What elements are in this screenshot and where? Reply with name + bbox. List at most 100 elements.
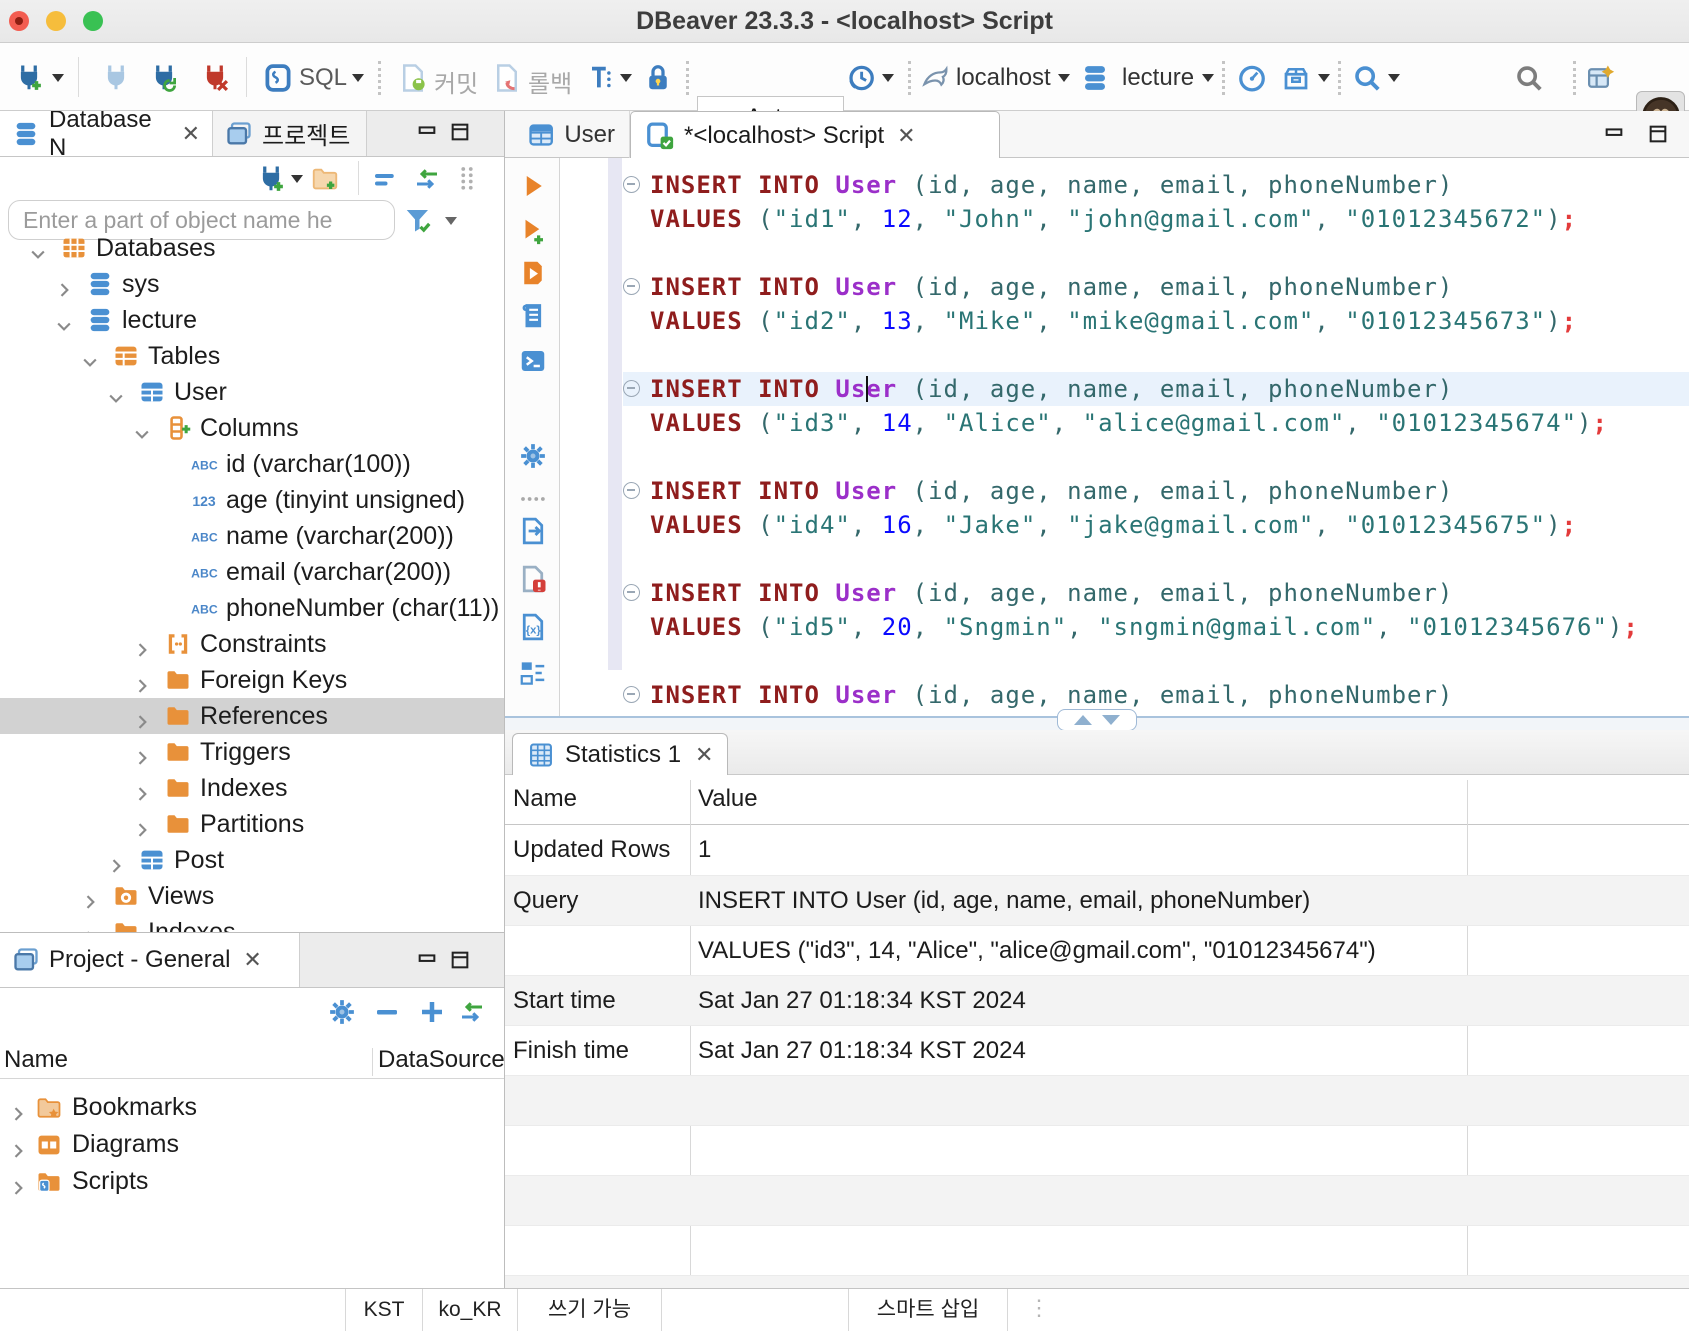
chevron-right-icon[interactable] xyxy=(106,850,126,873)
tree-item-columns[interactable]: Columns xyxy=(0,410,504,446)
chevron-down-icon[interactable] xyxy=(106,382,126,403)
stats-row[interactable] xyxy=(505,1175,1689,1225)
database-icon[interactable] xyxy=(1080,63,1110,93)
collapse-up-icon[interactable] xyxy=(1074,715,1092,725)
stats-row-finish-time[interactable]: Finish time Sat Jan 27 01:18:34 KST 2024 xyxy=(505,1025,1689,1075)
tab-user-table[interactable]: User xyxy=(513,111,630,158)
stats-row[interactable]: VALUES ("id3", 14, "Alice", "alice@gmail… xyxy=(505,925,1689,975)
rollback-icon[interactable] xyxy=(492,63,522,93)
column-divider[interactable] xyxy=(372,1048,373,1076)
minimize-view-icon[interactable] xyxy=(415,949,439,971)
close-icon[interactable]: ✕ xyxy=(897,123,915,149)
close-icon[interactable]: ✕ xyxy=(243,947,261,973)
transaction-log-icon[interactable] xyxy=(846,63,876,93)
stats-name-header[interactable]: Name xyxy=(513,785,577,813)
collapse-down-icon[interactable] xyxy=(1102,715,1120,725)
new-connection-dropdown[interactable] xyxy=(52,74,64,82)
collapse-icon[interactable] xyxy=(372,997,402,1027)
tree-item-views[interactable]: Views xyxy=(0,878,504,914)
close-icon[interactable]: ✕ xyxy=(695,742,713,768)
locale-status[interactable]: ko_KR xyxy=(422,1289,517,1331)
tree-item-phonenumber-char-11-[interactable]: ABC phoneNumber (char(11)) xyxy=(0,590,504,626)
tab-script[interactable]: *<localhost> Script ✕ xyxy=(630,111,1000,159)
chevron-right-icon[interactable] xyxy=(80,886,100,909)
commit-icon[interactable] xyxy=(398,63,428,93)
tab-projects[interactable]: 프로젝트 xyxy=(213,111,367,156)
mysql-connection-icon[interactable] xyxy=(920,63,950,93)
chevron-down-icon[interactable] xyxy=(80,346,100,367)
statusbar-handle-icon[interactable]: ⋮ xyxy=(1028,1295,1052,1321)
project-item-diagrams[interactable]: Diagrams xyxy=(0,1126,504,1163)
maximize-view-icon[interactable] xyxy=(448,949,472,971)
tree-item-partitions[interactable]: Partitions xyxy=(0,806,504,842)
new-connection-dropdown[interactable] xyxy=(291,175,303,183)
database-label[interactable]: lecture xyxy=(1122,64,1194,92)
chevron-right-icon[interactable] xyxy=(158,454,178,474)
tab-database-navigator[interactable]: Database N ✕ xyxy=(0,111,213,161)
minimize-editor-icon[interactable] xyxy=(1602,123,1626,145)
stats-row-updated-rows[interactable]: Updated Rows 1 xyxy=(505,825,1689,875)
view-menu-dots-icon[interactable] xyxy=(452,164,482,194)
sql-editor-label[interactable]: SQL xyxy=(299,64,347,92)
global-search-icon[interactable] xyxy=(1514,63,1544,93)
project-item-bookmarks[interactable]: Bookmarks xyxy=(0,1089,504,1126)
stats-row[interactable] xyxy=(505,1075,1689,1125)
project-item-scripts[interactable]: Scripts xyxy=(0,1163,504,1200)
sql-editor[interactable]: {x} INSERT INTO User (id, age, name, ema… xyxy=(505,158,1689,716)
stats-row[interactable] xyxy=(505,1225,1689,1275)
disconnect-icon[interactable] xyxy=(200,63,230,93)
chevron-right-icon[interactable] xyxy=(132,706,152,729)
chevron-down-icon[interactable] xyxy=(28,238,48,259)
close-icon[interactable]: ✕ xyxy=(182,121,200,147)
chevron-right-icon[interactable] xyxy=(132,814,152,837)
tree-item-age-tinyint-unsigned-[interactable]: 123 age (tinyint unsigned) xyxy=(0,482,504,518)
chevron-right-icon[interactable] xyxy=(158,526,178,546)
fold-collapse-icon[interactable] xyxy=(623,176,640,193)
transaction-mode-dropdown[interactable] xyxy=(620,74,632,82)
chevron-right-icon[interactable] xyxy=(158,598,178,618)
chevron-down-icon[interactable] xyxy=(132,418,152,439)
tree-item-databases[interactable]: Databases xyxy=(0,230,504,266)
chevron-right-icon[interactable] xyxy=(132,742,152,765)
maximize-editor-icon[interactable] xyxy=(1646,123,1670,145)
database-dropdown[interactable] xyxy=(1202,74,1214,82)
tree-item-tables[interactable]: Tables xyxy=(0,338,504,374)
tree-item-indexes[interactable]: Indexes xyxy=(0,770,504,806)
lock-icon[interactable] xyxy=(643,63,673,93)
transaction-log-dropdown[interactable] xyxy=(882,74,894,82)
tree-item-id-varchar-100-[interactable]: ABC id (varchar(100)) xyxy=(0,446,504,482)
write-mode-status[interactable]: 쓰기 가능 xyxy=(517,1289,662,1331)
fold-collapse-icon[interactable] xyxy=(623,584,640,601)
expand-icon[interactable] xyxy=(417,997,447,1027)
tree-item-references[interactable]: References xyxy=(0,698,504,734)
link-with-editor-icon[interactable] xyxy=(457,997,487,1027)
stats-row[interactable] xyxy=(505,1275,1689,1288)
new-connection-icon[interactable] xyxy=(14,63,44,93)
tree-item-triggers[interactable]: Triggers xyxy=(0,734,504,770)
fold-collapse-icon[interactable] xyxy=(623,686,640,703)
new-connection-icon[interactable] xyxy=(256,164,286,194)
chevron-right-icon[interactable] xyxy=(8,1098,28,1121)
editor-results-sash[interactable] xyxy=(505,709,1689,731)
tree-item-indexes[interactable]: Indexes xyxy=(0,914,504,932)
tree-item-lecture[interactable]: lecture xyxy=(0,302,504,338)
filter-dropdown[interactable] xyxy=(445,217,457,225)
tab-project-general[interactable]: Project - General ✕ xyxy=(0,933,300,987)
tree-item-sys[interactable]: sys xyxy=(0,266,504,302)
stats-value-header[interactable]: Value xyxy=(698,785,758,813)
db-search-icon[interactable] xyxy=(1352,63,1382,93)
connection-dropdown[interactable] xyxy=(1058,74,1070,82)
chevron-down-icon[interactable] xyxy=(54,310,74,331)
fold-collapse-icon[interactable] xyxy=(623,482,640,499)
stats-row-query[interactable]: Query INSERT INTO User (id, age, name, em… xyxy=(505,875,1689,925)
chevron-right-icon[interactable] xyxy=(132,634,152,657)
link-with-editor-icon[interactable] xyxy=(412,164,442,194)
column-name-header[interactable]: Name xyxy=(4,1046,68,1074)
tree-item-email-varchar-200-[interactable]: ABC email (varchar(200)) xyxy=(0,554,504,590)
rollback-label[interactable]: 롤백 xyxy=(528,64,572,99)
tree-item-constraints[interactable]: Constraints xyxy=(0,626,504,662)
stats-row[interactable] xyxy=(505,1125,1689,1175)
insert-mode-status[interactable]: 스마트 삽입 xyxy=(848,1289,1008,1331)
chevron-right-icon[interactable] xyxy=(54,274,74,297)
fold-collapse-icon[interactable] xyxy=(623,380,640,397)
